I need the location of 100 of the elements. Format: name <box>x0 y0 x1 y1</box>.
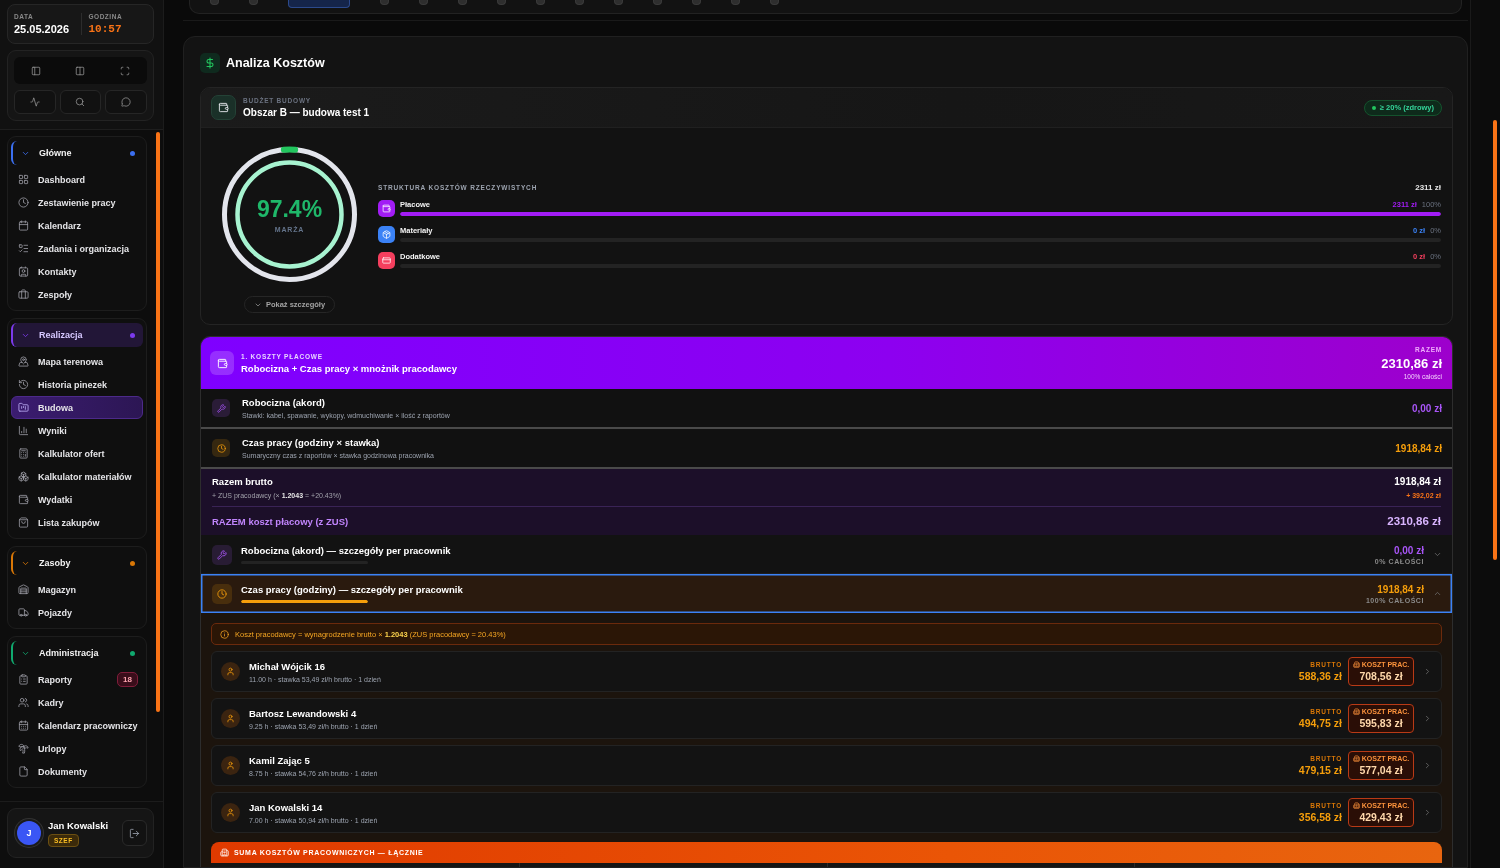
toolbar-tab[interactable] <box>210 0 219 5</box>
nav-item[interactable]: Urlopy <box>11 737 143 760</box>
card-title: Analiza Kosztów <box>226 56 325 70</box>
nav-item[interactable]: Zespoły <box>11 283 143 306</box>
nav-item[interactable]: Pojazdy <box>11 601 143 624</box>
toolbar-tab[interactable] <box>288 0 350 8</box>
toolbar-tab[interactable] <box>536 0 545 5</box>
nav-item[interactable]: Kontakty <box>11 260 143 283</box>
time-value: 10:57 <box>88 23 122 35</box>
date-value: 25.05.2026 <box>14 23 70 35</box>
wallet-icon <box>18 494 29 505</box>
columns-icon <box>75 65 86 76</box>
nav-item[interactable]: Raporty 18 <box>11 668 143 691</box>
toolbar-tab[interactable] <box>614 0 623 5</box>
toolbar-tab[interactable] <box>731 0 740 5</box>
wrench-icon <box>212 399 230 417</box>
gross-amount: 1918,84 zł <box>1394 476 1441 487</box>
nav-item[interactable]: Budowa <box>11 396 143 419</box>
breakdown-amount: 0,00 zł <box>1393 544 1424 556</box>
search-button[interactable] <box>59 90 102 114</box>
calendar-icon <box>18 720 29 731</box>
building-icon <box>220 848 229 857</box>
nav-item[interactable]: Zadania i organizacja <box>11 237 143 260</box>
toolbar-tab[interactable] <box>575 0 584 5</box>
scrollbar-thumb[interactable] <box>1493 120 1497 560</box>
wrench-icon <box>212 544 232 565</box>
nav-item[interactable]: Dokumenty <box>11 760 143 783</box>
status-dot-icon <box>1371 105 1376 110</box>
scrollbar-thumb[interactable] <box>156 132 160 712</box>
toolbar-tab[interactable] <box>653 0 662 5</box>
wallet-icon <box>211 95 236 120</box>
employer-cost-amount: 708,56 zł <box>1359 670 1403 682</box>
briefcase-icon <box>18 289 29 300</box>
logout-icon <box>129 827 140 839</box>
nav-item[interactable]: Wyniki <box>11 419 143 442</box>
contact-card-icon <box>18 266 29 277</box>
component-title: Czas pracy (godziny × stawka) <box>242 437 380 448</box>
nav-group-header[interactable]: Zasoby <box>11 551 143 575</box>
map-pin-icon <box>18 356 29 367</box>
gross-amount: 588,36 zł <box>1298 670 1342 682</box>
nav-item[interactable]: Zestawienie pracy <box>11 191 143 214</box>
bag-icon <box>18 517 29 528</box>
component-title: Robocizna (akord) <box>242 397 325 408</box>
structure-total: 2311 zł <box>1415 183 1441 192</box>
user-icon <box>221 709 240 728</box>
building-icon <box>1352 661 1360 668</box>
building-icon <box>1352 708 1360 715</box>
component-amount: 0,00 zł <box>1411 402 1442 414</box>
nav-group-header[interactable]: Główne <box>11 141 143 165</box>
toolbar-tab[interactable] <box>692 0 701 5</box>
breakdown-title: Czas pracy (godziny) — szczegóły per pracownik <box>241 584 463 596</box>
nav-item[interactable]: Kalendarz pracowniczy <box>11 714 143 737</box>
search-icon <box>75 97 86 107</box>
nav-group-header[interactable]: Administracja <box>11 641 143 665</box>
margin-value: 97.4% <box>256 196 323 223</box>
chevron-down-icon <box>1433 550 1442 559</box>
section-total: 2310,86 zł <box>1381 356 1442 371</box>
building-icon <box>1352 755 1360 762</box>
chat-bubble-button[interactable] <box>105 90 147 114</box>
nav-item[interactable]: Lista zakupów <box>11 511 143 534</box>
logout-button[interactable] <box>122 820 147 846</box>
nav-item[interactable]: Kalkulator materiałów <box>11 465 143 488</box>
wallet-icon <box>210 351 234 375</box>
truck-icon <box>18 607 29 618</box>
nav-item[interactable]: Historia pinezek <box>11 373 143 396</box>
nav-item[interactable]: Kalendarz <box>11 214 143 237</box>
toolbar-tab[interactable] <box>770 0 779 5</box>
activity-button[interactable] <box>14 90 56 114</box>
toolbar-tab[interactable] <box>419 0 428 5</box>
nav-item[interactable]: Kadry <box>11 691 143 714</box>
employer-cost-amount: 577,04 zł <box>1359 764 1403 776</box>
boxes-icon <box>18 471 29 482</box>
warehouse-icon <box>18 584 29 595</box>
component-amount: 1918,84 zł <box>1395 442 1442 454</box>
bar-chart-icon <box>18 425 29 436</box>
nav-group-header[interactable]: Realizacja <box>11 323 143 347</box>
toolbar-tab[interactable] <box>458 0 467 5</box>
breakdown-amount: 1918,84 zł <box>1377 583 1424 595</box>
toolbar-tab[interactable] <box>497 0 506 5</box>
nav-item[interactable]: Magazyn <box>11 578 143 601</box>
user-icon <box>221 803 240 822</box>
nav-item[interactable]: Kalkulator ofert <box>11 442 143 465</box>
budget-name: Obszar B — budowa test 1 <box>243 107 370 118</box>
toolbar-tab[interactable] <box>380 0 389 5</box>
user-icon <box>221 756 240 775</box>
worker-name: Michał Wójcik 16 <box>249 660 326 672</box>
chevron-right-icon <box>1423 714 1432 723</box>
clock-icon <box>212 583 232 604</box>
checklist-icon <box>18 243 29 254</box>
nav-item[interactable]: Dashboard <box>11 168 143 191</box>
toolbar-tab[interactable] <box>249 0 258 5</box>
user-name: Jan Kowalski <box>48 819 109 831</box>
activity-icon <box>29 97 40 107</box>
dollar-icon <box>200 53 220 73</box>
clipboard-icon <box>18 674 29 685</box>
nav-item[interactable]: Wydatki <box>11 488 143 511</box>
folder-icon <box>18 402 29 413</box>
nav-item[interactable]: Mapa terenowa <box>11 350 143 373</box>
gross-amount: 356,58 zł <box>1298 811 1342 823</box>
chevron-right-icon <box>1423 761 1432 770</box>
